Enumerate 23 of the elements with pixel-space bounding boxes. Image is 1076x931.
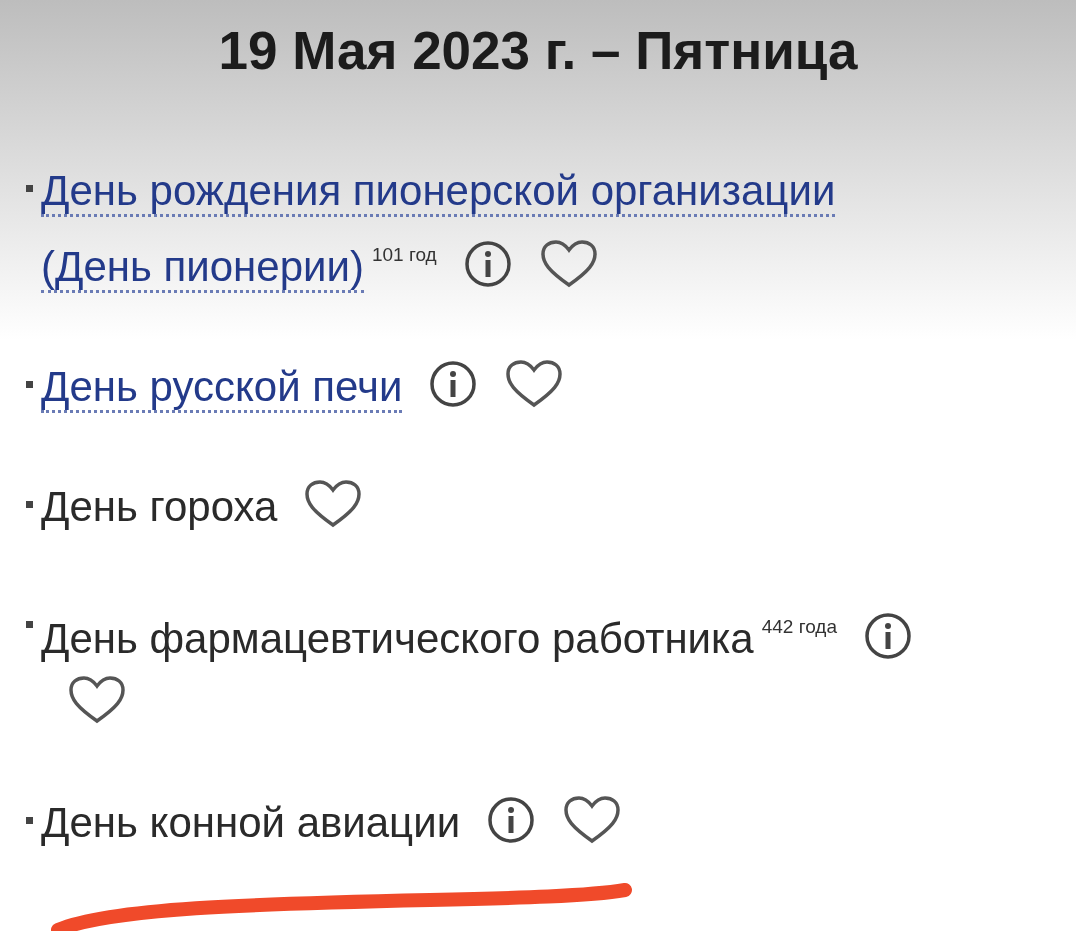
bullet-icon xyxy=(26,381,33,388)
holiday-title: День фармацевтического работника xyxy=(41,615,754,662)
info-icon[interactable] xyxy=(428,359,479,409)
holiday-title: День гороха xyxy=(41,483,278,530)
info-icon[interactable] xyxy=(863,611,913,661)
date-heading: 19 Мая 2023 г. – Пятница xyxy=(217,20,859,81)
heart-icon[interactable] xyxy=(67,675,127,725)
info-icon[interactable] xyxy=(462,239,513,289)
holiday-link[interactable]: День русской печи xyxy=(41,363,403,413)
holiday-title: День конной авиации xyxy=(41,799,461,846)
holiday-link[interactable]: (День пионерии) xyxy=(41,243,364,293)
bullet-icon xyxy=(26,621,33,628)
bullet-icon xyxy=(26,185,33,192)
heart-icon[interactable] xyxy=(504,359,565,409)
bullet-icon xyxy=(26,501,33,508)
heart-icon[interactable] xyxy=(538,239,599,289)
info-icon[interactable] xyxy=(486,795,537,845)
heart-icon[interactable] xyxy=(562,795,623,845)
age-label: 101 год xyxy=(371,244,437,265)
age-label: 442 года xyxy=(761,616,837,637)
bullet-icon xyxy=(26,817,33,824)
holiday-link[interactable]: День рождения пионерской организации xyxy=(41,167,836,217)
heart-icon[interactable] xyxy=(303,479,364,529)
